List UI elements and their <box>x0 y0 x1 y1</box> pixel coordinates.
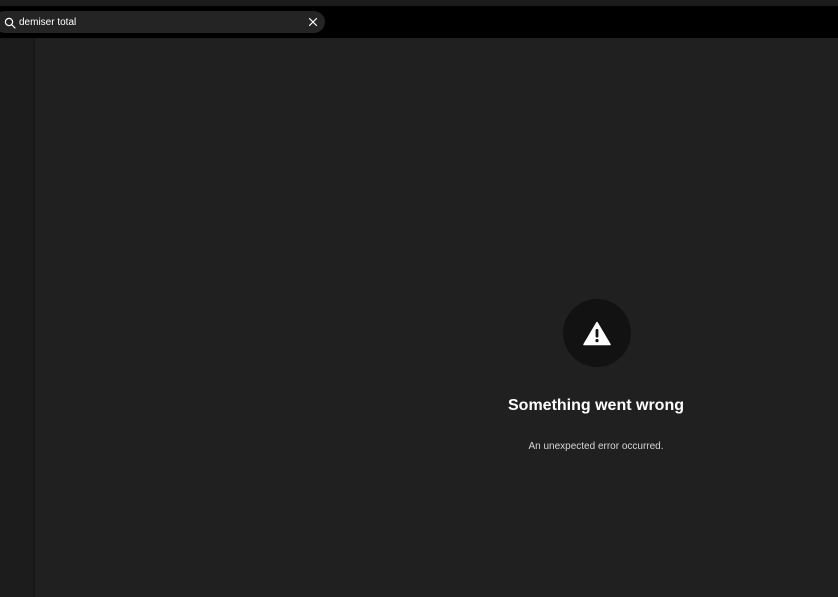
clear-search-button[interactable] <box>305 14 321 30</box>
error-badge <box>563 299 631 367</box>
main-content <box>35 38 838 597</box>
search-icon <box>4 16 16 29</box>
search-bar[interactable] <box>0 11 325 33</box>
left-sidebar <box>0 38 33 597</box>
top-bar <box>0 6 838 38</box>
error-message: An unexpected error occurred. <box>528 441 664 452</box>
error-title: Something went wrong <box>508 397 684 414</box>
close-icon <box>308 17 318 27</box>
warning-icon <box>583 321 611 345</box>
search-input[interactable] <box>19 14 289 30</box>
